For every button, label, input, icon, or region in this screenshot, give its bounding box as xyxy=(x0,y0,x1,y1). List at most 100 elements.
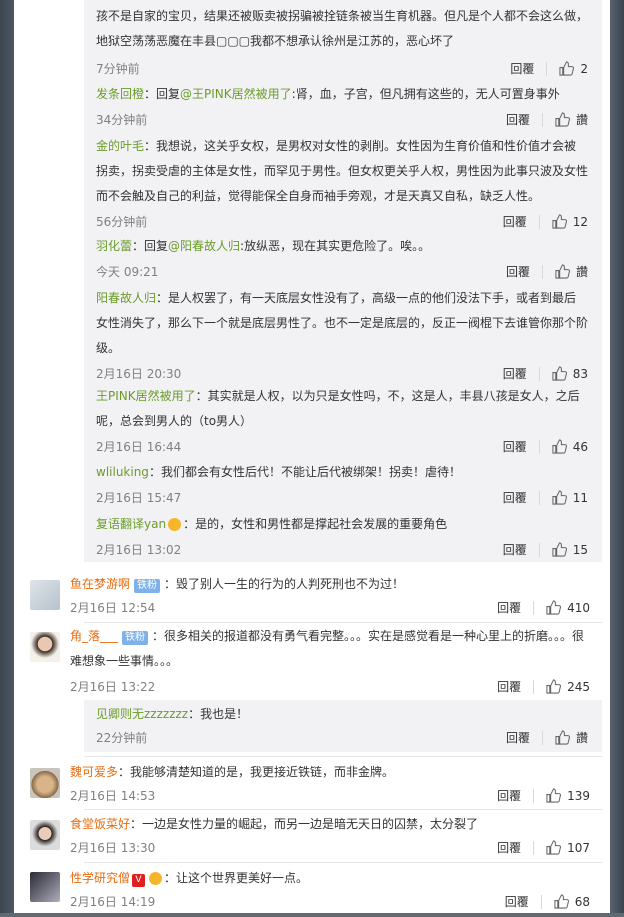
comment-text: ：一边是女性力量的崛起，而另一边是暗无天日的囚禁，太分裂了 xyxy=(130,817,479,831)
reply-prefix: ：回复 xyxy=(144,87,181,101)
reply-time: 2月16日 15:47 xyxy=(96,491,182,505)
reply-username[interactable]: wliluking xyxy=(96,465,149,479)
reply-button[interactable]: 回覆 xyxy=(506,729,530,746)
avatar[interactable] xyxy=(30,768,60,798)
reply-username[interactable]: 见卿则无zzzzzzz xyxy=(96,707,188,721)
divider xyxy=(538,366,540,381)
divider xyxy=(546,61,548,76)
like-button[interactable]: 讚 xyxy=(555,263,588,280)
comment-username[interactable]: 食堂饭菜好 xyxy=(70,817,130,831)
avatar[interactable] xyxy=(30,820,60,850)
reply-username[interactable]: 王PINK居然被用了 xyxy=(96,389,196,403)
thumbs-up-icon xyxy=(546,679,562,694)
reply-button[interactable]: 回覆 xyxy=(497,839,521,856)
comment-item: 魏可爱多：我能够清楚知道的是，我更接近铁链，而非金牌。 2月16日 14:53 … xyxy=(70,760,590,811)
reply-button[interactable]: 回覆 xyxy=(510,60,534,77)
like-button[interactable]: 68 xyxy=(554,894,590,909)
reply-item: 王PINK居然被用了：其实就是人权，以为只是女性吗，不，这是人，丰县八孩是女人，… xyxy=(96,384,588,460)
reply-item: 孩不是自家的宝贝，结果还被贩卖被拐骗被拴链条被当生育机器。但凡是个人都不会这么做… xyxy=(96,4,588,82)
like-button[interactable]: 2 xyxy=(559,61,588,76)
thumbs-up-icon xyxy=(552,366,567,381)
thumbs-up-icon xyxy=(559,61,575,76)
reply-button[interactable]: 回覆 xyxy=(503,365,527,382)
reply-time: 今天 09:21 xyxy=(96,265,159,279)
reply-button[interactable]: 回覆 xyxy=(503,541,527,558)
reply-list: 见卿则无zzzzzzz：我也是！ 22分钟前 回覆 讚 xyxy=(84,700,602,752)
divider xyxy=(538,490,540,505)
thumbs-up-icon xyxy=(552,542,567,557)
divider xyxy=(84,756,602,757)
comment-username[interactable]: 魏可爱多 xyxy=(70,765,118,779)
reply-text: :放纵恶，现在其实更危险了。唉。。 xyxy=(240,239,431,253)
reply-username[interactable]: 金的叶毛 xyxy=(96,139,144,153)
comment-panel: 孩不是自家的宝贝，结果还被贩卖被拐骗被拴链条被当生育机器。但凡是个人都不会这么做… xyxy=(14,0,610,913)
thumbs-up-icon xyxy=(554,894,569,909)
like-button[interactable]: 139 xyxy=(546,788,590,803)
reply-time: 2月16日 16:44 xyxy=(96,440,182,454)
like-button[interactable]: 107 xyxy=(546,840,590,855)
like-button[interactable]: 讚 xyxy=(555,729,588,746)
comment-item: 性学研究僧 V ：让这个世界更美好一点。 2月16日 14:19 回覆 68 xyxy=(70,866,590,917)
reply-button[interactable]: 回覆 xyxy=(505,893,529,910)
thumbs-up-icon xyxy=(546,600,562,615)
like-count: 245 xyxy=(567,679,590,694)
like-button[interactable]: 12 xyxy=(552,214,588,229)
comment-time: 2月16日 13:30 xyxy=(70,841,156,855)
reply-button[interactable]: 回覆 xyxy=(497,599,521,616)
reply-button[interactable]: 回覆 xyxy=(503,489,527,506)
thumbs-up-icon xyxy=(546,840,562,855)
reply-button[interactable]: 回覆 xyxy=(497,787,521,804)
comment-time: 2月16日 13:22 xyxy=(70,680,156,694)
reply-list: 孩不是自家的宝贝，结果还被贩卖被拐骗被拴链条被当生育机器。但凡是个人都不会这么做… xyxy=(84,0,602,562)
reply-button[interactable]: 回覆 xyxy=(506,263,530,280)
thumbs-up-icon xyxy=(552,214,567,229)
thumbs-up-icon xyxy=(555,264,570,279)
like-button[interactable]: 46 xyxy=(552,439,588,454)
comment-username[interactable]: 角_落___ xyxy=(70,629,118,643)
divider xyxy=(538,542,540,557)
reply-item: 见卿则无zzzzzzz：我也是！ 22分钟前 回覆 讚 xyxy=(96,702,588,751)
avatar[interactable] xyxy=(30,580,60,610)
divider xyxy=(538,439,540,454)
reply-username[interactable]: 发条回橙 xyxy=(96,87,144,101)
like-count: 11 xyxy=(572,490,588,505)
avatar[interactable] xyxy=(30,632,60,662)
like-count: 139 xyxy=(567,788,590,803)
reply-button[interactable]: 回覆 xyxy=(503,438,527,455)
reply-button[interactable]: 回覆 xyxy=(497,678,521,695)
reply-time: 34分钟前 xyxy=(96,113,148,127)
reply-text: ：是人权罢了，有一天底层女性没有了，高级一点的他们没法下手，或者到最后女性消失了… xyxy=(96,291,589,355)
like-count: 83 xyxy=(572,366,588,381)
reply-item: 羽化蕾：回复@阳春故人归:放纵恶，现在其实更危险了。唉。。 今天 09:21 回… xyxy=(96,234,588,285)
like-button[interactable]: 83 xyxy=(552,366,588,381)
mention-link[interactable]: @阳春故人归 xyxy=(168,239,240,253)
reply-text: ：我也是！ xyxy=(188,707,249,721)
reply-username[interactable]: 阳春故人归 xyxy=(96,291,156,305)
reply-text: 孩不是自家的宝贝，结果还被贩卖被拐骗被拴链条被当生育机器。但凡是个人都不会这么做… xyxy=(96,9,589,48)
reply-username[interactable]: 复语翻译yan xyxy=(96,517,166,531)
reply-username[interactable]: 羽化蕾 xyxy=(96,239,132,253)
emoji-icon xyxy=(168,518,182,531)
comment-username[interactable]: 鱼在梦游啊 xyxy=(70,577,130,591)
avatar[interactable] xyxy=(30,872,60,902)
comment-username[interactable]: 性学研究僧 xyxy=(70,871,130,885)
mention-link[interactable]: @王PINK居然被用了 xyxy=(180,87,292,101)
like-count: 讚 xyxy=(575,113,588,127)
reply-button[interactable]: 回覆 xyxy=(506,111,530,128)
reply-time: 7分钟前 xyxy=(96,62,140,76)
like-count: 12 xyxy=(572,214,588,229)
like-button[interactable]: 245 xyxy=(546,679,590,694)
like-button[interactable]: 410 xyxy=(546,600,590,615)
like-button[interactable]: 11 xyxy=(552,490,588,505)
verified-icon: V xyxy=(132,874,146,887)
like-button[interactable]: 讚 xyxy=(555,111,588,128)
like-button[interactable]: 15 xyxy=(552,542,588,557)
reply-text: ：是的，女性和男性都是撑起社会发展的重要角色 xyxy=(183,517,448,531)
fan-badge: 铁粉 xyxy=(134,579,161,593)
divider xyxy=(540,894,542,909)
reply-text: ：我想说，这关乎女权，是男权对女性的剥削。女性因为生育价值和性价值才会被拐卖，拐… xyxy=(96,139,589,203)
divider xyxy=(533,840,535,855)
divider xyxy=(533,679,535,694)
comment-time: 2月16日 14:19 xyxy=(70,895,156,909)
reply-button[interactable]: 回覆 xyxy=(503,213,527,230)
